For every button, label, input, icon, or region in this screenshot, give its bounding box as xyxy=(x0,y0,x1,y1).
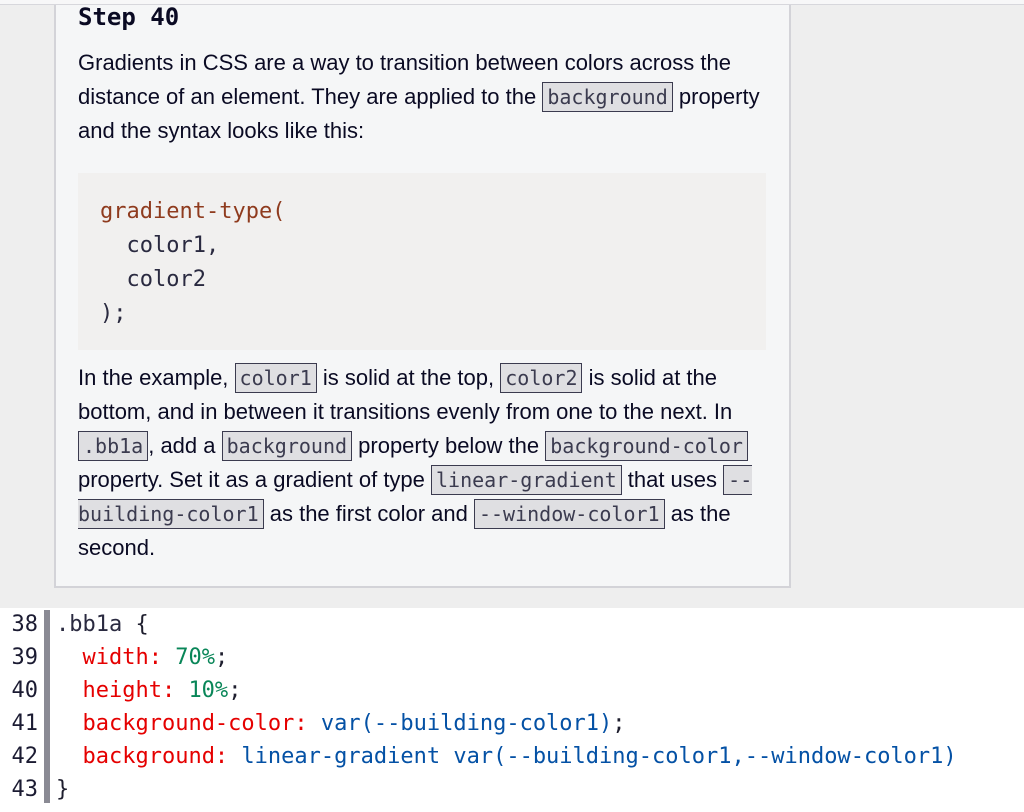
description-text: as the first color and xyxy=(263,501,474,526)
css-value[interactable]: 70% xyxy=(175,645,215,670)
description-text: property. Set it as a gradient of type xyxy=(78,467,432,492)
css-property[interactable]: background-color: xyxy=(82,711,307,736)
line-number: 39 xyxy=(11,645,39,670)
inline-code-background-color: background-color xyxy=(545,431,748,461)
semicolon[interactable]: ; xyxy=(215,645,228,670)
code-editor[interactable]: 38 .bb1a { 39 width: 70%; 40 height: 10%; 41 ba… xyxy=(0,608,1024,812)
css-value[interactable]: linear-gradient var(--building-color1,--… xyxy=(241,744,956,769)
line-number: 38 xyxy=(11,612,39,637)
open-brace[interactable]: { xyxy=(135,612,148,637)
example-line-2: color1, xyxy=(100,229,766,263)
inline-code-window-color1: --window-color1 xyxy=(473,499,665,529)
inline-code-background: background xyxy=(221,431,353,461)
code-line-42[interactable]: 42 background: linear-gradient var(--build… xyxy=(0,740,1024,773)
code-line-content[interactable]: .bb1a { xyxy=(56,608,149,641)
code-line-40[interactable]: 40 height: 10%; xyxy=(0,674,1024,707)
css-property[interactable]: height: xyxy=(82,678,175,703)
example-closing: ); xyxy=(100,301,127,326)
code-line-content[interactable]: } xyxy=(56,773,69,806)
code-example-block: gradient-type( color1, color2 ); xyxy=(78,173,766,350)
description-text: property below the xyxy=(352,433,546,458)
example-line-4: ); xyxy=(100,297,766,331)
example-argument: color2 xyxy=(126,267,206,292)
code-line-43[interactable]: 43} xyxy=(0,773,1024,806)
css-value[interactable]: 10% xyxy=(188,678,228,703)
example-line-3: color2 xyxy=(100,263,766,297)
semicolon[interactable]: ; xyxy=(612,711,625,736)
code-line-content[interactable]: width: 70%; xyxy=(56,641,228,674)
line-number: 40 xyxy=(11,678,39,703)
semicolon[interactable]: ; xyxy=(228,678,241,703)
css-selector[interactable]: .bb1a xyxy=(56,612,122,637)
code-line-content[interactable]: background: linear-gradient var(--buildin… xyxy=(56,740,956,773)
top-divider xyxy=(0,0,1024,5)
example-function-call: gradient-type( xyxy=(100,199,286,224)
inline-code-background: background xyxy=(542,82,673,112)
code-line-41[interactable]: 41 background-color: var(--building-color1… xyxy=(0,707,1024,740)
inline-code-linear-gradient: linear-gradient xyxy=(431,465,622,495)
description-text: In the example, xyxy=(78,365,235,390)
step-title: Step 40 xyxy=(78,3,180,31)
description-paragraph-2: In the example, color1 is solid at the t… xyxy=(78,361,766,565)
line-number: 42 xyxy=(11,744,39,769)
inline-code-color2: color2 xyxy=(500,363,583,393)
description-text: , add a xyxy=(148,433,222,458)
code-line-content[interactable]: height: 10%; xyxy=(56,674,241,707)
line-number: 43 xyxy=(11,777,39,802)
inline-code-selector: .bb1a xyxy=(78,431,149,461)
example-line-1: gradient-type( xyxy=(100,195,766,229)
description-paragraph-1: Gradients in CSS are a way to transition… xyxy=(78,46,766,148)
css-property[interactable]: width: xyxy=(82,645,161,670)
css-value[interactable]: var(--building-color1) xyxy=(321,711,612,736)
challenge-description-panel: Step 40 Gradients in CSS are a way to tr… xyxy=(54,0,791,588)
inline-code-color1: color1 xyxy=(234,363,317,393)
editable-region-marker xyxy=(44,610,50,803)
code-line-39[interactable]: 39 width: 70%; xyxy=(0,641,1024,674)
code-line-content[interactable]: background-color: var(--building-color1); xyxy=(56,707,625,740)
example-argument: color1, xyxy=(126,233,220,258)
close-brace[interactable]: } xyxy=(56,777,69,802)
css-property[interactable]: background: xyxy=(82,744,228,769)
code-line-38[interactable]: 38 .bb1a { xyxy=(0,608,1024,641)
description-text: is solid at the top, xyxy=(316,365,501,390)
line-number: 41 xyxy=(11,711,39,736)
description-text: that uses xyxy=(621,467,724,492)
